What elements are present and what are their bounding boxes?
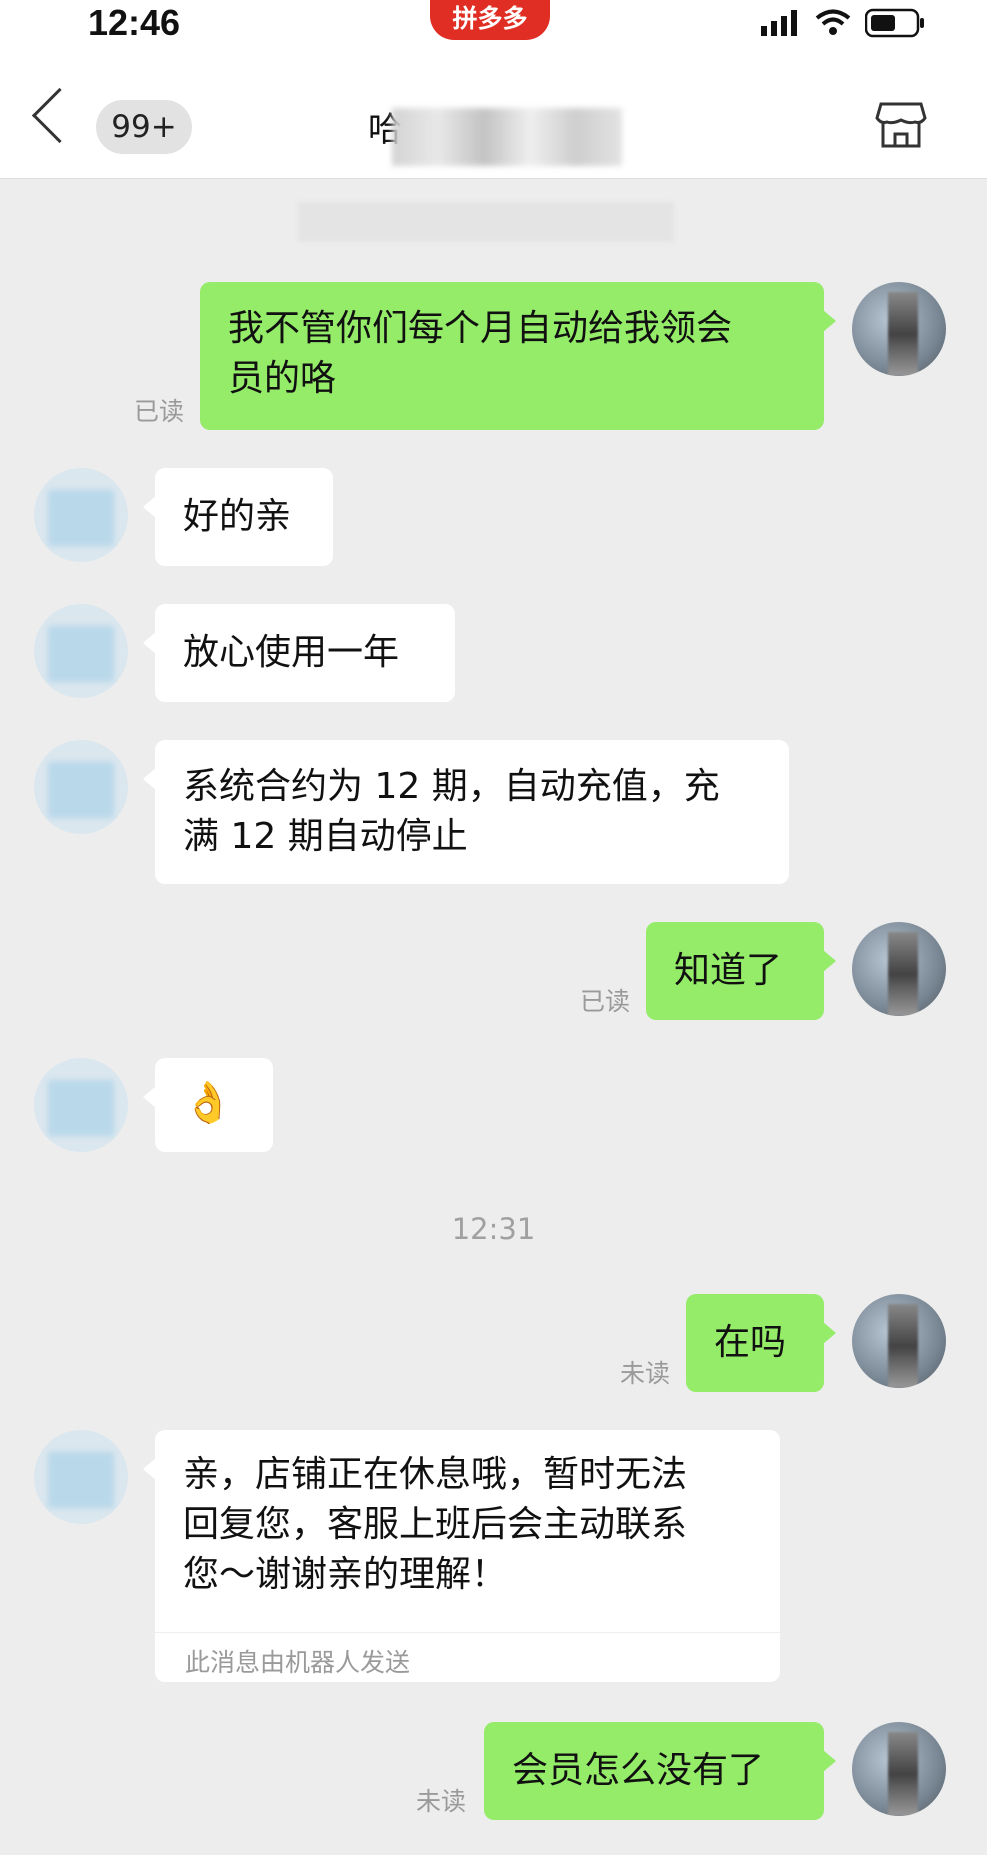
status-bar: 12:46 拼多多: [0, 0, 987, 52]
my-avatar[interactable]: [852, 1294, 946, 1388]
shop-avatar[interactable]: [34, 1430, 128, 1524]
my-message-bubble[interactable]: 在吗: [686, 1294, 836, 1392]
message-text: 回复您，客服上班后会主动联系: [183, 1504, 688, 1545]
message-text: 亲，店铺正在休息哦，暂时无法: [183, 1454, 688, 1495]
shop-emoji-bubble[interactable]: 👌: [143, 1058, 273, 1152]
chat-timestamp: 12:31: [451, 1212, 536, 1246]
my-avatar[interactable]: [852, 1722, 946, 1816]
read-status: 未读: [620, 1359, 671, 1388]
status-time: 12:46: [88, 2, 181, 43]
message-text: 您～谢谢亲的理解！: [183, 1554, 508, 1595]
message-text: 放心使用一年: [183, 632, 400, 673]
battery-icon: [865, 8, 924, 38]
redacted-subtitle: [298, 202, 674, 242]
signal-icon: [761, 10, 797, 36]
message-text: 满 12 期自动停止: [183, 816, 468, 857]
chat-header: 99+ 哈: [0, 52, 987, 179]
shop-message-bubble[interactable]: 放心使用一年: [143, 604, 455, 702]
message-text: 好的亲: [183, 496, 292, 537]
ok-hand-emoji-icon: 👌: [183, 1080, 233, 1126]
message-text: 知道了: [674, 950, 783, 991]
my-avatar[interactable]: [852, 282, 946, 376]
redacted-shop-name: [392, 108, 622, 166]
store-icon[interactable]: [875, 98, 927, 150]
shop-avatar[interactable]: [34, 604, 128, 698]
app-badge-pinduoduo: 拼多多: [430, 0, 550, 40]
shop-message-bubble[interactable]: 系统合约为 12 期，自动充值，充 满 12 期自动停止: [143, 740, 789, 884]
shop-message-bubble[interactable]: 好的亲: [143, 468, 333, 566]
unread-count-badge[interactable]: 99+: [96, 100, 192, 154]
my-message-bubble[interactable]: 我不管你们每个月自动给我领会 员的咯: [200, 282, 836, 430]
read-status: 已读: [580, 987, 631, 1016]
back-chevron-icon[interactable]: [31, 87, 88, 144]
wifi-icon: [815, 9, 851, 35]
message-text: 系统合约为 12 期，自动充值，充: [183, 766, 720, 807]
message-text: 我不管你们每个月自动给我领会: [228, 308, 733, 349]
shop-avatar[interactable]: [34, 1058, 128, 1152]
shop-message-bubble[interactable]: 亲，店铺正在休息哦，暂时无法 回复您，客服上班后会主动联系 您～谢谢亲的理解！ …: [143, 1430, 780, 1682]
shop-avatar[interactable]: [34, 468, 128, 562]
message-text: 员的咯: [228, 358, 337, 399]
my-avatar[interactable]: [852, 922, 946, 1016]
message-text: 会员怎么没有了: [512, 1750, 765, 1791]
robot-sent-note: 此消息由机器人发送: [185, 1648, 411, 1677]
message-text: 在吗: [714, 1322, 787, 1363]
status-icons: [761, 8, 925, 38]
read-status: 已读: [134, 397, 185, 426]
my-message-bubble[interactable]: 知道了: [646, 922, 836, 1020]
my-message-bubble[interactable]: 会员怎么没有了: [484, 1722, 836, 1820]
divider: [155, 1632, 780, 1633]
read-status: 未读: [416, 1787, 467, 1816]
shop-avatar[interactable]: [34, 740, 128, 834]
